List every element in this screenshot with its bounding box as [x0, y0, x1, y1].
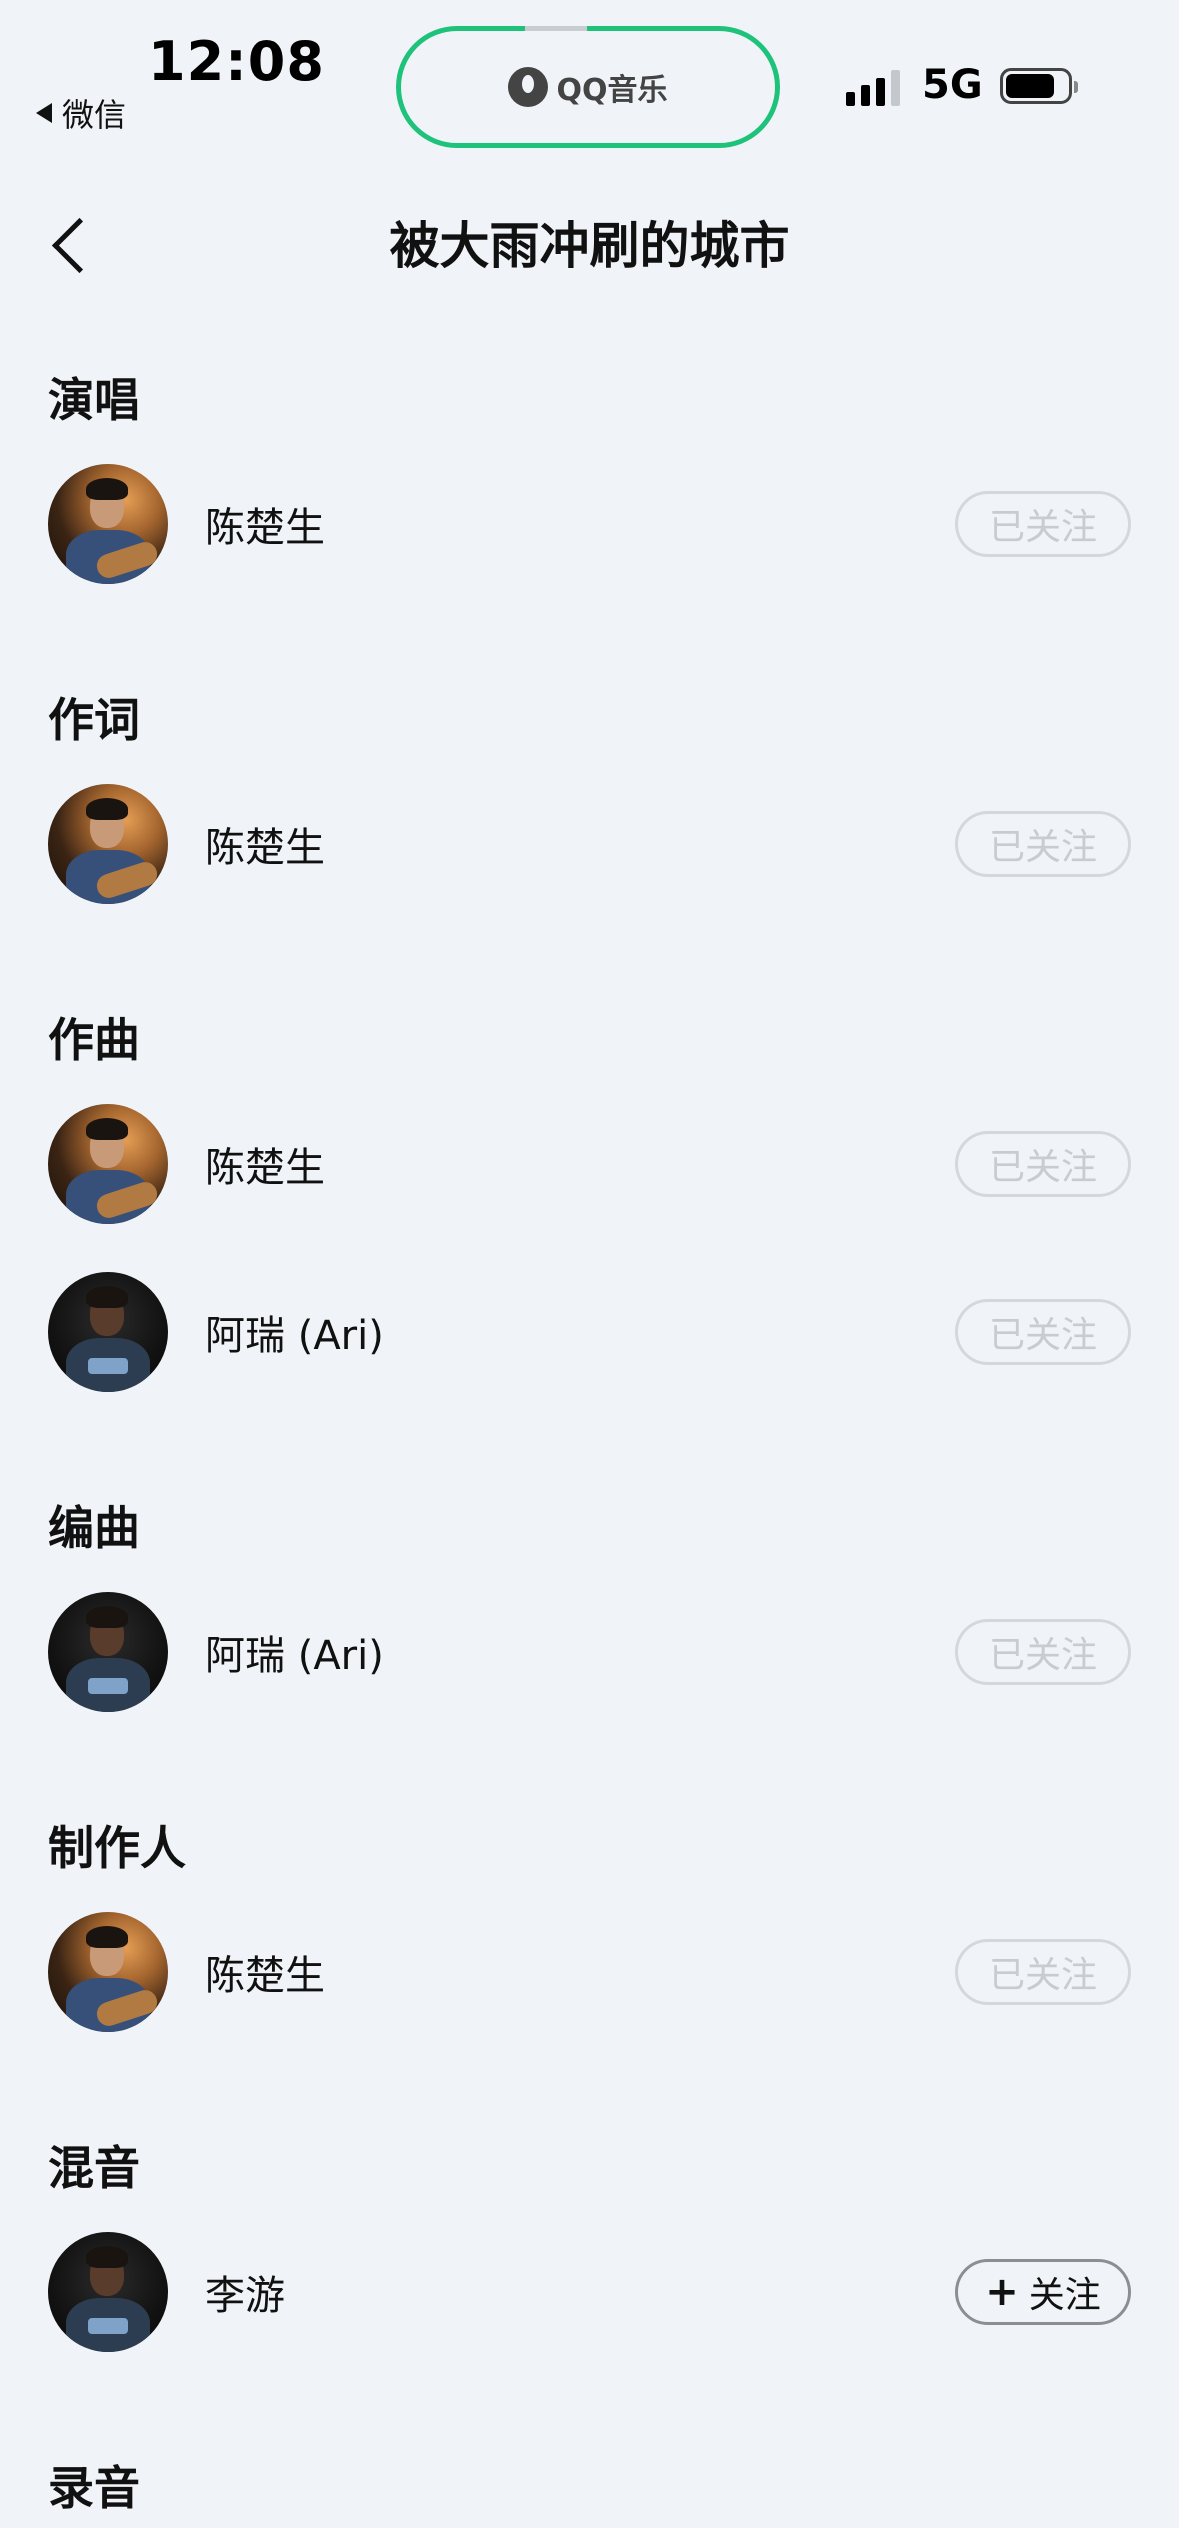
plus-icon: + [985, 2269, 1019, 2315]
person-row[interactable]: 陈楚生 已关注 [0, 760, 1179, 928]
back-triangle-icon [36, 103, 52, 123]
avatar[interactable] [48, 1592, 168, 1712]
avatar[interactable] [48, 1272, 168, 1392]
credits-list: 演唱 陈楚生 已关注 作词 陈楚生 已关注 作曲 陈楚生 已关注 阿瑞 (Ari… [0, 360, 1179, 2528]
following-button[interactable]: 已关注 [955, 491, 1131, 557]
credit-section-arranger: 编曲 阿瑞 (Ari) 已关注 [0, 1488, 1179, 1736]
page-title: 被大雨冲刷的城市 [389, 217, 790, 275]
person-row[interactable]: 阿瑞 (Ari) 已关注 [0, 1248, 1179, 1416]
follow-button-label: 关注 [1028, 2275, 1101, 2316]
credit-section-lyrics: 作词 陈楚生 已关注 [0, 680, 1179, 928]
avatar[interactable] [48, 2232, 168, 2352]
section-title: 录音 [48, 2461, 140, 2515]
status-bar: 12:08 微信 QQ音乐 5G [0, 0, 1179, 160]
person-name[interactable]: 陈楚生 [205, 815, 325, 873]
cellular-signal-icon [846, 70, 900, 106]
person-name[interactable]: 陈楚生 [205, 1135, 325, 1193]
avatar[interactable] [48, 464, 168, 584]
avatar[interactable] [48, 784, 168, 904]
person-row[interactable]: 陈楚生 已关注 [0, 1888, 1179, 2056]
follow-button[interactable]: + 关注 [955, 2259, 1131, 2325]
person-name[interactable]: 李游 [205, 2263, 285, 2321]
person-row[interactable]: 李游 + 关注 [0, 2208, 1179, 2376]
credit-section-mixing: 混音 李游 + 关注 [0, 2128, 1179, 2376]
section-title: 制作人 [48, 1821, 186, 1875]
dynamic-island-now-playing[interactable]: QQ音乐 [396, 26, 780, 148]
credit-section-producer: 制作人 陈楚生 已关注 [0, 1808, 1179, 2056]
credit-section-recording: 录音 [0, 2448, 1179, 2528]
qq-music-logo-icon [508, 67, 549, 107]
section-title: 作词 [48, 693, 140, 747]
person-name[interactable]: 阿瑞 (Ari) [205, 1303, 384, 1361]
avatar[interactable] [48, 1104, 168, 1224]
avatar[interactable] [48, 1912, 168, 2032]
credit-section-composer: 作曲 陈楚生 已关注 阿瑞 (Ari) 已关注 [0, 1000, 1179, 1416]
person-row[interactable]: 陈楚生 已关注 [0, 440, 1179, 608]
person-name[interactable]: 阿瑞 (Ari) [205, 1623, 384, 1681]
network-type: 5G [922, 62, 983, 108]
back-to-app-link[interactable]: 微信 [36, 90, 126, 136]
person-row[interactable]: 阿瑞 (Ari) 已关注 [0, 1568, 1179, 1736]
section-title: 编曲 [48, 1501, 140, 1555]
battery-icon [1000, 68, 1078, 104]
person-name[interactable]: 陈楚生 [205, 495, 325, 553]
credit-section-vocals: 演唱 陈楚生 已关注 [0, 360, 1179, 608]
back-app-label: 微信 [62, 96, 127, 134]
person-row[interactable]: 陈楚生 已关注 [0, 1080, 1179, 1248]
following-button[interactable]: 已关注 [955, 811, 1131, 877]
section-title: 混音 [48, 2141, 140, 2195]
following-button[interactable]: 已关注 [955, 1939, 1131, 2005]
section-title: 作曲 [48, 1013, 140, 1067]
person-name[interactable]: 陈楚生 [205, 1943, 325, 2001]
section-title: 演唱 [48, 373, 140, 427]
following-button[interactable]: 已关注 [955, 1619, 1131, 1685]
following-button[interactable]: 已关注 [955, 1131, 1131, 1197]
following-button[interactable]: 已关注 [955, 1299, 1131, 1365]
status-time: 12:08 [148, 30, 325, 93]
island-app-label: QQ音乐 [556, 73, 668, 108]
